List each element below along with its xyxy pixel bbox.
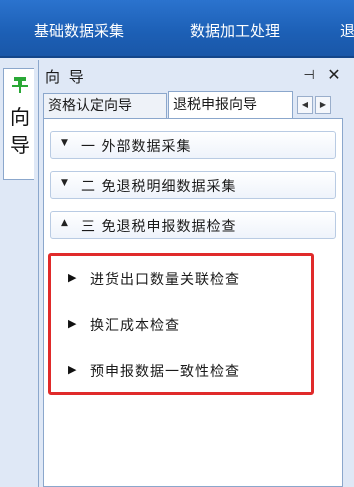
section-label: 三 免退税申报数据检查 (81, 219, 237, 235)
menu-item-data-processing[interactable]: 数据加工处理 (190, 20, 354, 46)
close-button[interactable]: ✕ (325, 66, 343, 84)
chevron-down-icon: ▼ (61, 138, 68, 148)
vertical-tab-guide[interactable]: 向导 (3, 68, 34, 180)
list-item-label: 进货出口数量关联检查 (90, 272, 240, 288)
tab-refund-declaration-guide[interactable]: 退税申报向导 (168, 91, 293, 119)
list-item-purchase-export-quantity-check[interactable]: ▶ 进货出口数量关联检查 (68, 266, 308, 292)
pin-icon (12, 77, 28, 93)
section-external-data-collection[interactable]: ▼ 一 外部数据采集 (50, 131, 336, 159)
panel-title-bar: 向 导 ⊣ ✕ (39, 64, 354, 88)
panel-title: 向 导 (45, 68, 86, 86)
list-item-label: 换汇成本检查 (90, 318, 180, 334)
vertical-tab-strip: 向导 (0, 60, 36, 487)
vertical-tab-label: 向导 (10, 105, 30, 157)
tab-scroll-left-button[interactable]: ◀ (297, 96, 313, 114)
triangle-right-icon: ▶ (68, 271, 77, 284)
chevron-down-icon: ▼ (61, 178, 68, 188)
triangle-right-icon: ▶ (68, 363, 77, 376)
section-label: 二 免退税明细数据采集 (81, 179, 237, 195)
tab-scroll-right-button[interactable]: ▶ (315, 96, 331, 114)
section-declaration-data-check[interactable]: ▲ 三 免退税申报数据检查 (50, 211, 336, 239)
pin-button[interactable]: ⊣ (301, 68, 317, 84)
section-detail-data-collection[interactable]: ▼ 二 免退税明细数据采集 (50, 171, 336, 199)
tab-qualification-guide[interactable]: 资格认定向导 (43, 93, 167, 118)
list-item-label: 预申报数据一致性检查 (90, 364, 240, 380)
list-item-pre-declaration-consistency-check[interactable]: ▶ 预申报数据一致性检查 (68, 358, 308, 384)
list-item-exchange-cost-check[interactable]: ▶ 换汇成本检查 (68, 312, 308, 338)
section-label: 一 外部数据采集 (81, 139, 192, 155)
tab-strip: 资格认定向导 退税申报向导 ◀ ▶ (39, 90, 354, 119)
guide-panel: 向 导 ⊣ ✕ 资格认定向导 退税申报向导 ◀ ▶ ▼ 一 外部数据采集 ▼ 二… (38, 60, 354, 487)
top-menu-bar: 基础数据采集 数据加工处理 退 (0, 0, 354, 58)
menu-item-truncated[interactable]: 退 (340, 20, 354, 46)
guide-content: ▼ 一 外部数据采集 ▼ 二 免退税明细数据采集 ▲ 三 免退税申报数据检查 ▶… (43, 118, 343, 487)
triangle-right-icon: ▶ (68, 317, 77, 330)
chevron-up-icon: ▲ (61, 218, 68, 228)
